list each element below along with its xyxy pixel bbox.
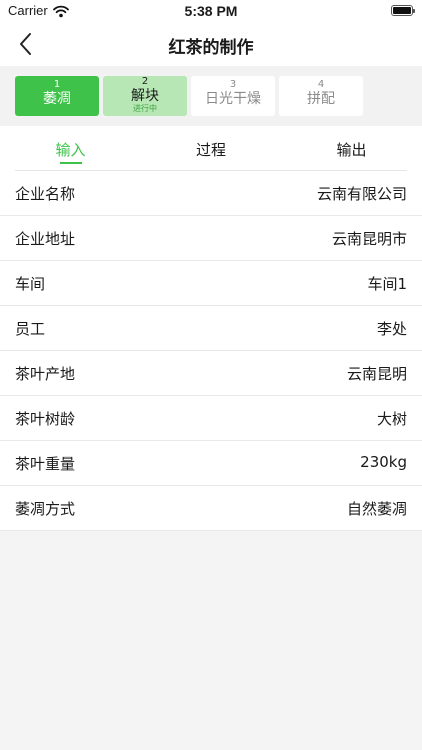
battery-icon xyxy=(391,5,415,16)
list-item: 员工 李处 xyxy=(0,306,422,351)
row-label: 车间 xyxy=(15,275,46,293)
tab-bar: 输入 过程 输出 xyxy=(0,126,422,171)
active-tab-indicator xyxy=(60,162,82,164)
clock-time: 5:38 PM xyxy=(184,3,238,19)
step-number: 1 xyxy=(53,79,61,90)
tab-input[interactable]: 输入 xyxy=(0,139,141,160)
row-label: 员工 xyxy=(15,320,46,338)
row-label: 茶叶树龄 xyxy=(15,410,76,428)
row-label: 企业名称 xyxy=(15,185,76,203)
list-item: 萎凋方式 自然萎凋 xyxy=(0,486,422,531)
row-label: 企业地址 xyxy=(15,230,76,248)
step-number: 3 xyxy=(229,79,237,90)
step-name: 日光干燥 xyxy=(205,91,261,107)
step-number: 4 xyxy=(317,79,325,90)
divider xyxy=(0,530,422,531)
row-value: 云南昆明 xyxy=(346,365,407,383)
step-4-button[interactable]: 4 拼配 xyxy=(279,76,363,116)
step-3-button[interactable]: 3 日光干燥 xyxy=(191,76,275,116)
row-value: 云南有限公司 xyxy=(316,185,407,203)
list-item: 车间 车间1 xyxy=(0,261,422,306)
row-value: 大树 xyxy=(376,410,407,428)
list-item: 企业地址 云南昆明市 xyxy=(0,216,422,261)
content-panel: 输入 过程 输出 企业名称 云南有限公司 企业地址 云南昆明市 车间 车间1 员… xyxy=(0,126,422,531)
process-steps: 1 萎凋 2 解块 进行中 3 日光干燥 4 拼配 xyxy=(0,66,422,126)
step-status: 进行中 xyxy=(133,104,157,113)
step-name: 拼配 xyxy=(307,91,335,107)
step-name: 萎凋 xyxy=(43,91,71,107)
row-label: 萎凋方式 xyxy=(15,500,76,518)
step-name: 解块 xyxy=(131,88,159,104)
row-value: 车间1 xyxy=(367,275,407,293)
list-item: 茶叶产地 云南昆明 xyxy=(0,351,422,396)
row-value: 李处 xyxy=(376,320,407,338)
step-2-button[interactable]: 2 解块 进行中 xyxy=(103,76,187,116)
tab-output[interactable]: 输出 xyxy=(281,139,422,160)
row-value: 自然萎凋 xyxy=(346,500,407,518)
tab-process[interactable]: 过程 xyxy=(141,139,281,160)
step-number: 2 xyxy=(141,76,149,87)
row-value: 230kg xyxy=(360,453,407,471)
row-label: 茶叶产地 xyxy=(15,365,76,383)
row-label: 茶叶重量 xyxy=(15,455,76,473)
row-value: 云南昆明市 xyxy=(331,230,407,248)
list-item: 茶叶树龄 大树 xyxy=(0,396,422,441)
list-item: 企业名称 云南有限公司 xyxy=(0,171,422,216)
step-1-button[interactable]: 1 萎凋 xyxy=(15,76,99,116)
navigation-bar: 红茶的制作 xyxy=(0,22,422,66)
page-title: 红茶的制作 xyxy=(168,38,254,58)
status-bar: Carrier 5:38 PM xyxy=(0,0,422,22)
list-item: 茶叶重量 230kg xyxy=(0,441,422,486)
